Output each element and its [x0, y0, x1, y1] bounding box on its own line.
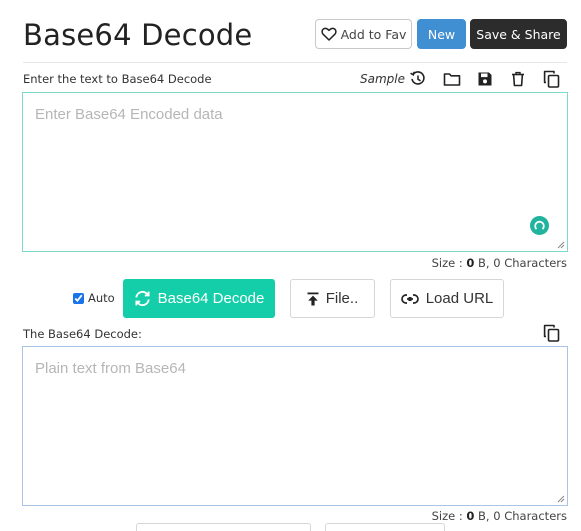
- base64-decode-label: Base64 Decode: [157, 290, 265, 307]
- base64-input-textarea[interactable]: [22, 92, 568, 252]
- input-size-info: Size : 0 B, 0 Characters: [431, 256, 567, 270]
- heart-icon: [320, 27, 337, 41]
- sample-link[interactable]: Sample: [360, 72, 405, 86]
- trash-icon[interactable]: [508, 69, 528, 89]
- copy-output-icon[interactable]: [541, 323, 561, 343]
- upload-icon: [307, 292, 319, 306]
- file-upload-button[interactable]: File..: [290, 279, 375, 318]
- loading-spinner-icon: [530, 216, 549, 235]
- refresh-icon: [134, 290, 151, 307]
- new-button[interactable]: New: [417, 19, 466, 49]
- page-title: Base64 Decode: [23, 18, 253, 52]
- add-to-fav-button[interactable]: Add to Fav: [315, 19, 412, 49]
- input-label: Enter the text to Base64 Decode: [23, 72, 212, 86]
- load-url-label: Load URL: [425, 290, 494, 307]
- link-icon: [400, 293, 419, 305]
- plain-text-output-textarea[interactable]: [22, 346, 568, 506]
- bottom-button-partial[interactable]: [136, 523, 311, 531]
- history-icon[interactable]: [408, 69, 428, 89]
- load-url-button[interactable]: Load URL: [390, 279, 504, 318]
- auto-checkbox-input[interactable]: [73, 292, 84, 304]
- bottom-button-partial-2[interactable]: [325, 523, 445, 531]
- base64-decode-button[interactable]: Base64 Decode: [123, 279, 275, 318]
- auto-label: Auto: [88, 291, 115, 305]
- add-to-fav-label: Add to Fav: [340, 26, 407, 42]
- folder-icon[interactable]: [442, 69, 462, 89]
- auto-checkbox[interactable]: Auto: [73, 291, 115, 305]
- save-icon[interactable]: [475, 69, 495, 89]
- file-label: File..: [325, 290, 359, 307]
- output-label: The Base64 Decode:: [23, 327, 142, 341]
- copy-icon[interactable]: [541, 69, 561, 89]
- save-share-button[interactable]: Save & Share: [470, 19, 567, 49]
- header-divider: [23, 62, 567, 63]
- output-size-info: Size : 0 B, 0 Characters: [431, 509, 567, 523]
